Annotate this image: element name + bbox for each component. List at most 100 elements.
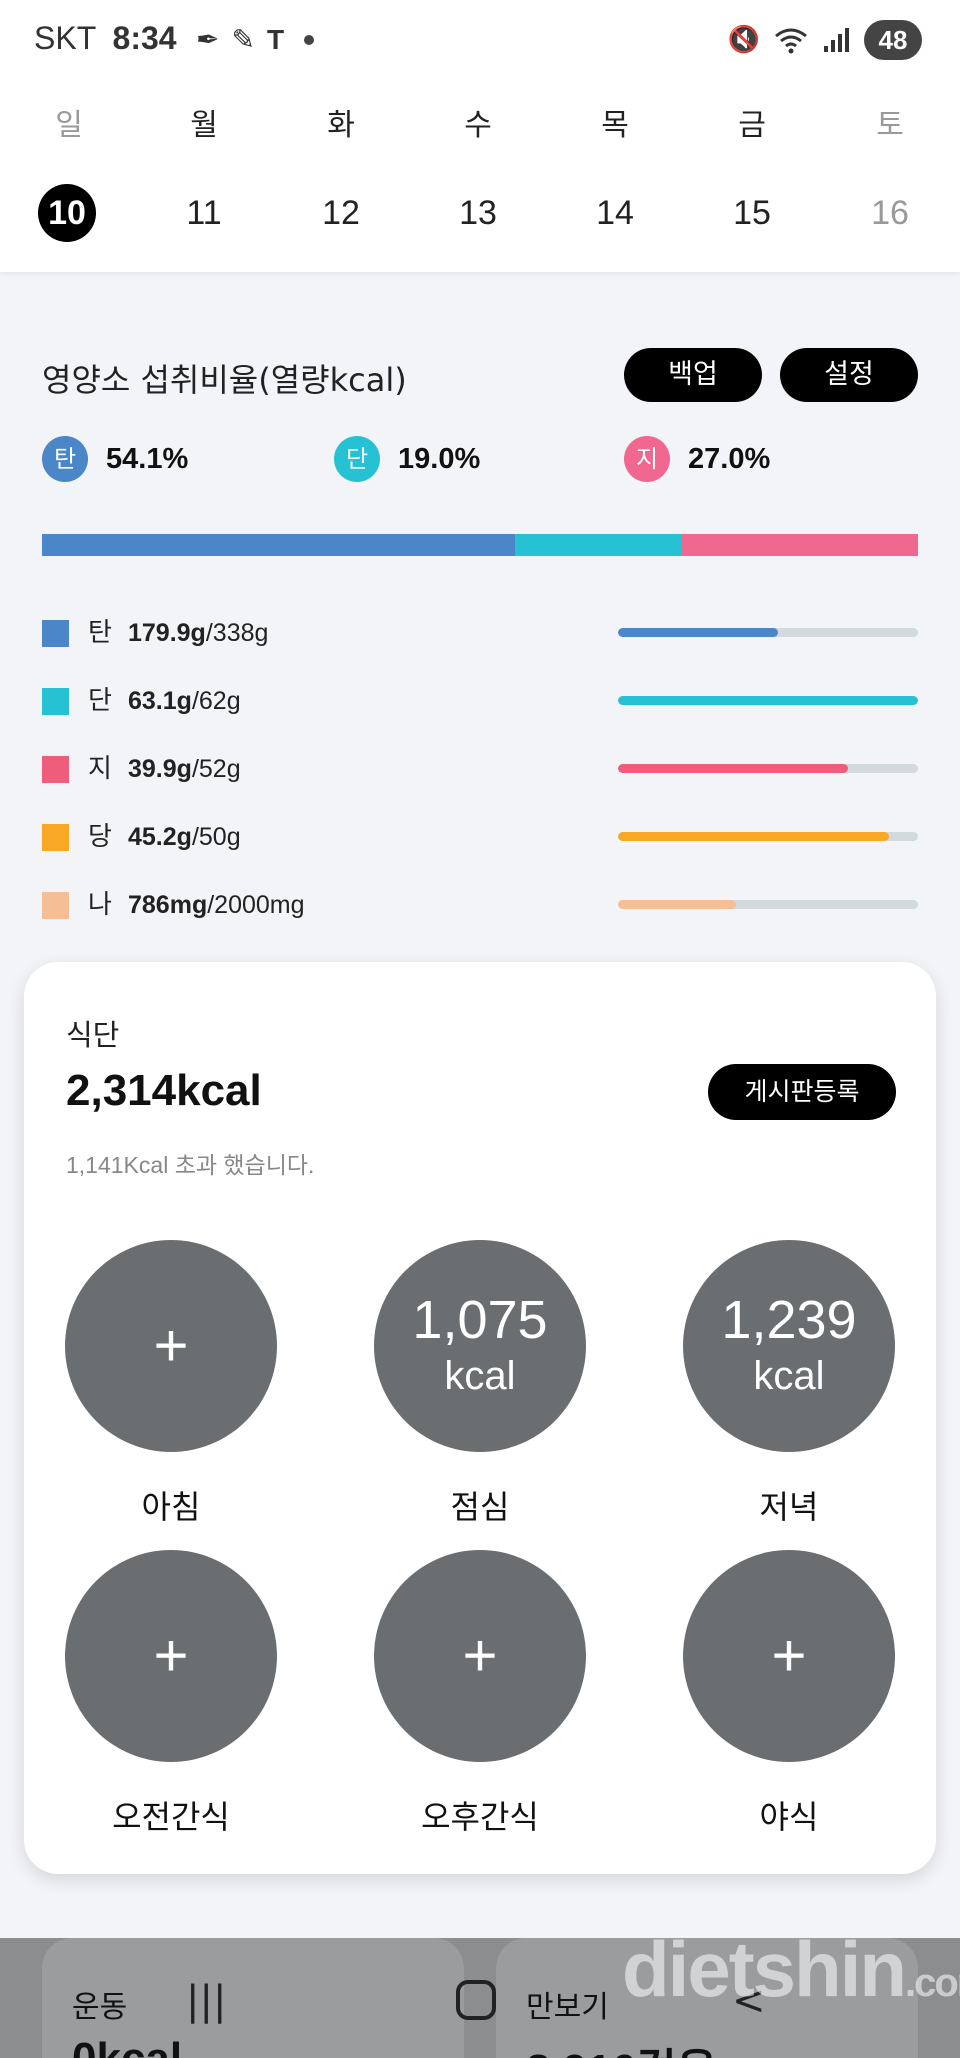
top-header: SKT 8:34 ✒ ✎ T 🔇 48 일 월 화 수 목 금 토 10 11 … bbox=[0, 0, 960, 272]
weekday-sat: 토 bbox=[876, 108, 904, 143]
weekday-wed: 수 bbox=[464, 108, 492, 143]
feather-icon: ✒ bbox=[196, 23, 220, 56]
t-app-icon: T bbox=[266, 24, 285, 55]
nutrient-progress-track bbox=[618, 764, 918, 773]
nutrient-progress-fill bbox=[618, 696, 918, 705]
nutrient-row-protein: 단 63.1g/62g bbox=[42, 684, 918, 720]
meal-afternoon-snack[interactable]: + 오후간식 bbox=[374, 1550, 586, 1838]
wifi-icon bbox=[775, 28, 807, 54]
meal-kcal-unit: kcal bbox=[444, 1354, 516, 1398]
protein-segment bbox=[515, 534, 682, 556]
nutrient-progress-fill bbox=[618, 764, 849, 773]
carrier-time: SKT 8:34 bbox=[34, 20, 177, 57]
fat-ratio: 지 27.0% bbox=[624, 436, 770, 482]
meal-name: 야식 bbox=[759, 1798, 819, 1836]
carb-percent: 54.1% bbox=[106, 442, 189, 475]
meal-disc[interactable]: + bbox=[683, 1550, 895, 1762]
nutrient-value: 39.9g/52g bbox=[128, 755, 241, 783]
settings-button[interactable]: 설정 bbox=[780, 348, 918, 402]
fat-swatch bbox=[42, 756, 69, 783]
date-cell[interactable]: 15 bbox=[712, 184, 792, 242]
meal-kcal-unit: kcal bbox=[753, 1354, 825, 1398]
diet-total-kcal: 2,314kcal bbox=[66, 1066, 262, 1115]
status-bar: SKT 8:34 ✒ ✎ T 🔇 48 bbox=[0, 0, 960, 84]
nutrient-progress-fill bbox=[618, 900, 736, 909]
meal-lunch[interactable]: 1,075 kcal 점심 bbox=[374, 1240, 586, 1528]
calorie-over-message: 1,141Kcal 초과 했습니다. bbox=[66, 1152, 315, 1178]
add-icon: + bbox=[771, 1622, 807, 1689]
nutrient-abbr: 단 bbox=[88, 686, 112, 716]
carb-segment bbox=[42, 534, 516, 556]
feather-icon: ✎ bbox=[231, 23, 255, 56]
nutrient-progress-track bbox=[618, 900, 918, 909]
nutrient-abbr: 탄 bbox=[88, 618, 112, 648]
carb-swatch bbox=[42, 620, 69, 647]
backup-button[interactable]: 백업 bbox=[624, 348, 762, 402]
weekday-tue: 화 bbox=[327, 108, 355, 143]
protein-swatch bbox=[42, 688, 69, 715]
recent-apps-icon[interactable]: ||| bbox=[186, 1978, 226, 2024]
sugar-swatch bbox=[42, 824, 69, 851]
system-icons: 🔇 48 bbox=[728, 20, 922, 60]
date-cell[interactable]: 16 bbox=[850, 184, 930, 242]
meal-morning-snack[interactable]: + 오전간식 bbox=[65, 1550, 277, 1838]
meal-dinner[interactable]: 1,239 kcal 저녁 bbox=[683, 1240, 895, 1528]
more-notifications-dot-icon bbox=[304, 35, 315, 45]
weekday-row: 일 월 화 수 목 금 토 bbox=[0, 100, 960, 144]
exercise-card[interactable]: 운동 0kcal bbox=[42, 1938, 464, 2058]
home-icon[interactable] bbox=[456, 1980, 496, 2020]
weekday-fri: 금 bbox=[738, 108, 766, 143]
nutrient-progress-fill bbox=[618, 628, 778, 637]
meal-late-night[interactable]: + 야식 bbox=[683, 1550, 895, 1838]
nutrient-row-sodium: 나 786mg/2000mg bbox=[42, 888, 918, 924]
nutrient-progress-track bbox=[618, 696, 918, 705]
meal-disc[interactable]: + bbox=[65, 1240, 277, 1452]
date-cell[interactable]: 13 bbox=[438, 184, 518, 242]
date-cell[interactable]: 11 bbox=[164, 184, 244, 242]
date-cell[interactable]: 14 bbox=[575, 184, 655, 242]
pedometer-label: 만보기 bbox=[526, 1990, 609, 2025]
battery-indicator: 48 bbox=[864, 20, 922, 60]
nutrient-value: 179.9g/338g bbox=[128, 619, 269, 647]
add-icon: + bbox=[153, 1622, 189, 1689]
meal-kcal-value: 1,239 bbox=[721, 1290, 857, 1350]
clock-time: 8:34 bbox=[112, 20, 177, 56]
date-cell[interactable]: 12 bbox=[301, 184, 381, 242]
nutrient-ratio-title: 영양소 섭취비율(열량kcal) bbox=[42, 361, 407, 399]
sodium-swatch bbox=[42, 892, 69, 919]
carb-ratio: 탄 54.1% bbox=[42, 436, 188, 482]
meal-disc[interactable]: 1,239 kcal bbox=[683, 1240, 895, 1452]
meal-disc[interactable]: 1,075 kcal bbox=[374, 1240, 586, 1452]
signal-icon bbox=[824, 28, 849, 52]
protein-ratio: 단 19.0% bbox=[334, 436, 480, 482]
date-cell-selected[interactable]: 10 bbox=[38, 184, 96, 242]
nutrient-progress-fill bbox=[618, 832, 890, 841]
meal-name: 점심 bbox=[450, 1488, 510, 1526]
fat-percent: 27.0% bbox=[688, 442, 771, 475]
meal-breakfast[interactable]: + 아침 bbox=[65, 1240, 277, 1528]
meal-disc[interactable]: + bbox=[374, 1550, 586, 1762]
meal-name: 아침 bbox=[141, 1488, 201, 1526]
nutrient-row-carb: 탄 179.9g/338g bbox=[42, 616, 918, 652]
meal-kcal-value: 1,075 bbox=[412, 1290, 548, 1350]
nutrient-abbr: 당 bbox=[88, 822, 112, 852]
weekday-thu: 목 bbox=[601, 108, 629, 143]
diet-card: 식단 2,314kcal 게시판등록 1,141Kcal 초과 했습니다. + … bbox=[24, 962, 936, 1874]
meal-disc[interactable]: + bbox=[65, 1550, 277, 1762]
exercise-label: 운동 bbox=[72, 1990, 128, 2025]
pedometer-value: 8,916걸음 bbox=[526, 2034, 717, 2058]
board-register-button[interactable]: 게시판등록 bbox=[708, 1064, 896, 1120]
add-icon: + bbox=[462, 1622, 498, 1689]
date-row: 10 11 12 13 14 15 16 bbox=[0, 184, 960, 244]
fat-segment bbox=[681, 534, 918, 556]
nutrient-abbr: 나 bbox=[88, 890, 112, 920]
nutrient-progress-track bbox=[618, 628, 918, 637]
nutrient-ratio-stacked-bar bbox=[42, 534, 918, 556]
add-icon: + bbox=[153, 1312, 189, 1379]
diet-label: 식단 bbox=[66, 1018, 120, 1052]
meal-name: 오전간식 bbox=[112, 1798, 230, 1836]
nutrient-value: 63.1g/62g bbox=[128, 687, 241, 715]
nutrient-value: 45.2g/50g bbox=[128, 823, 241, 851]
fat-badge: 지 bbox=[624, 436, 670, 482]
carrier-name: SKT bbox=[34, 20, 96, 56]
